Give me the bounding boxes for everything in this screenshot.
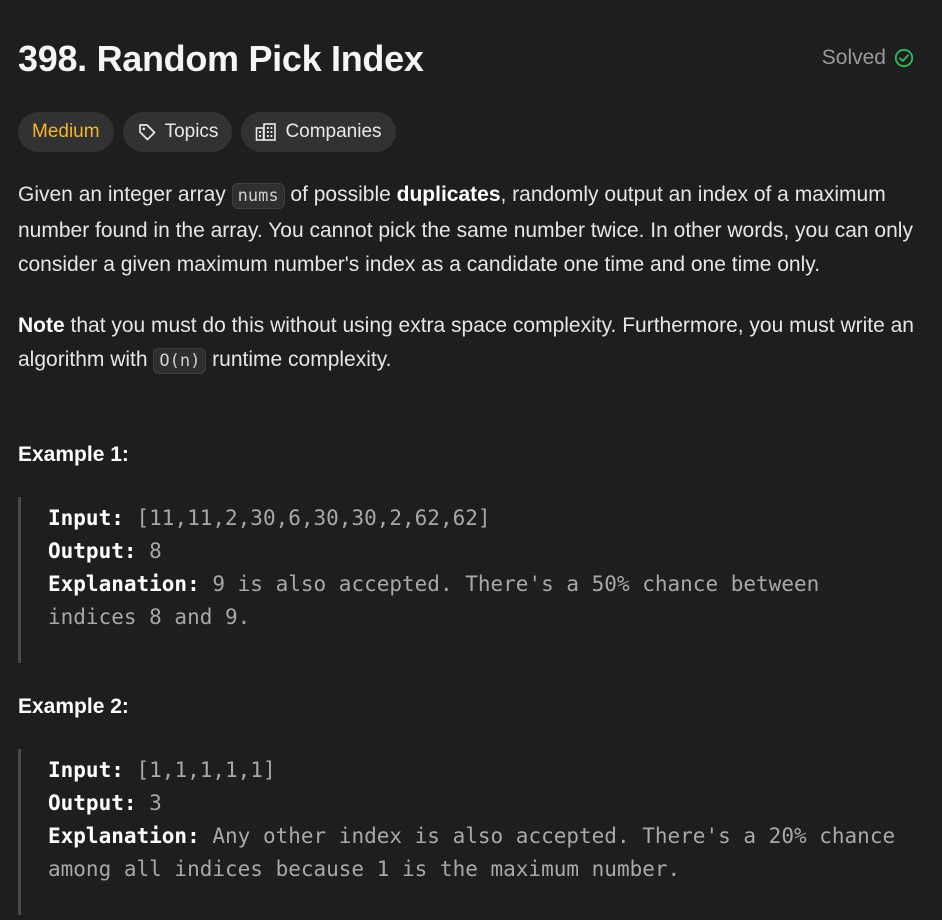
bold-duplicates: duplicates [396, 183, 501, 206]
example-2-heading: Example 2: [18, 695, 129, 718]
tag-row: Medium Topics Companies [18, 112, 396, 152]
example-1-block: Input: [11,11,2,30,6,30,30,2,62,62] Outp… [18, 497, 898, 663]
building-icon [255, 122, 277, 142]
example-input: Input: [11,11,2,30,6,30,30,2,62,62] [48, 506, 491, 530]
problem-description-panel: 398. Random Pick Index Solved Medium Top… [0, 0, 942, 920]
example-output: Output: 3 [48, 791, 162, 815]
topics-label: Topics [164, 121, 219, 142]
bold-note: Note [18, 313, 65, 337]
difficulty-label: Medium [32, 121, 100, 142]
inline-code-complexity: O(n) [153, 348, 207, 374]
difficulty-badge[interactable]: Medium [18, 112, 114, 152]
topics-button[interactable]: Topics [122, 112, 233, 152]
problem-title: 398. Random Pick Index [18, 38, 424, 79]
problem-description: Given an integer array nums of possible … [18, 178, 928, 379]
description-paragraph: Given an integer array nums of possible … [18, 183, 913, 276]
inline-code-nums: nums [231, 183, 285, 209]
example-output: Output: 8 [48, 539, 162, 563]
tag-icon [137, 122, 157, 142]
note-paragraph: Note that you must do this without using… [18, 309, 928, 379]
solved-label: Solved [821, 46, 886, 69]
example-input: Input: [1,1,1,1,1] [48, 758, 276, 782]
example-2-block: Input: [1,1,1,1,1] Output: 3 Explanation… [18, 749, 898, 915]
example-explanation: Explanation: Any other index is also acc… [48, 824, 908, 881]
companies-label: Companies [285, 121, 382, 142]
solved-status: Solved [822, 46, 914, 70]
example-explanation: Explanation: 9 is also accepted. There's… [48, 572, 832, 629]
example-1-heading: Example 1: [18, 443, 129, 466]
check-circle-icon [894, 48, 914, 68]
companies-button[interactable]: Companies [241, 112, 396, 152]
